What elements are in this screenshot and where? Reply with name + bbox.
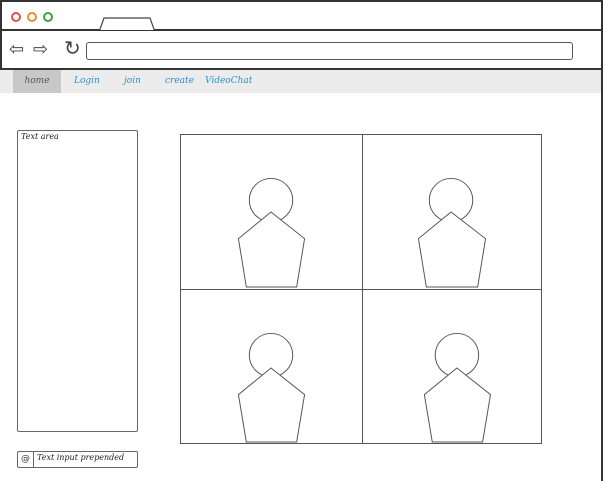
browser-nav-bar: ⇦ ⇨ ↻ xyxy=(0,30,603,70)
menu-item-join[interactable]: join xyxy=(122,70,143,93)
menu-item-login[interactable]: Login xyxy=(72,70,102,93)
site-menu-bar: home Login join create VideoChat xyxy=(0,70,601,93)
video-tile[interactable] xyxy=(180,289,363,444)
close-window-icon[interactable] xyxy=(11,12,21,22)
text-area-label: Text area xyxy=(21,132,59,141)
maximize-window-icon[interactable] xyxy=(43,12,53,22)
reload-icon[interactable]: ↻ xyxy=(64,38,81,58)
video-tile[interactable] xyxy=(180,134,363,290)
person-avatar-icon xyxy=(237,332,306,443)
address-bar[interactable] xyxy=(86,42,573,60)
text-input-placeholder: Text input prepended xyxy=(37,453,125,462)
person-avatar-icon xyxy=(417,177,487,288)
video-grid xyxy=(180,134,542,444)
forward-arrow-icon[interactable]: ⇨ xyxy=(33,41,48,59)
chat-text-area[interactable]: Text area xyxy=(17,130,138,432)
browser-title-bar xyxy=(0,0,603,32)
person-avatar-icon xyxy=(237,177,306,288)
back-arrow-icon[interactable]: ⇦ xyxy=(9,41,24,59)
video-tile[interactable] xyxy=(362,134,542,290)
menu-item-home[interactable]: home xyxy=(13,70,61,93)
person-avatar-icon xyxy=(423,332,492,443)
page-right-border xyxy=(601,70,603,481)
menu-item-videochat[interactable]: VideoChat xyxy=(203,70,254,93)
video-tile[interactable] xyxy=(362,289,542,444)
minimize-window-icon[interactable] xyxy=(27,12,37,22)
at-sign-icon: @ xyxy=(18,452,34,467)
text-input-field[interactable]: @ Text input prepended xyxy=(17,451,138,468)
menu-item-create[interactable]: create xyxy=(163,70,196,93)
